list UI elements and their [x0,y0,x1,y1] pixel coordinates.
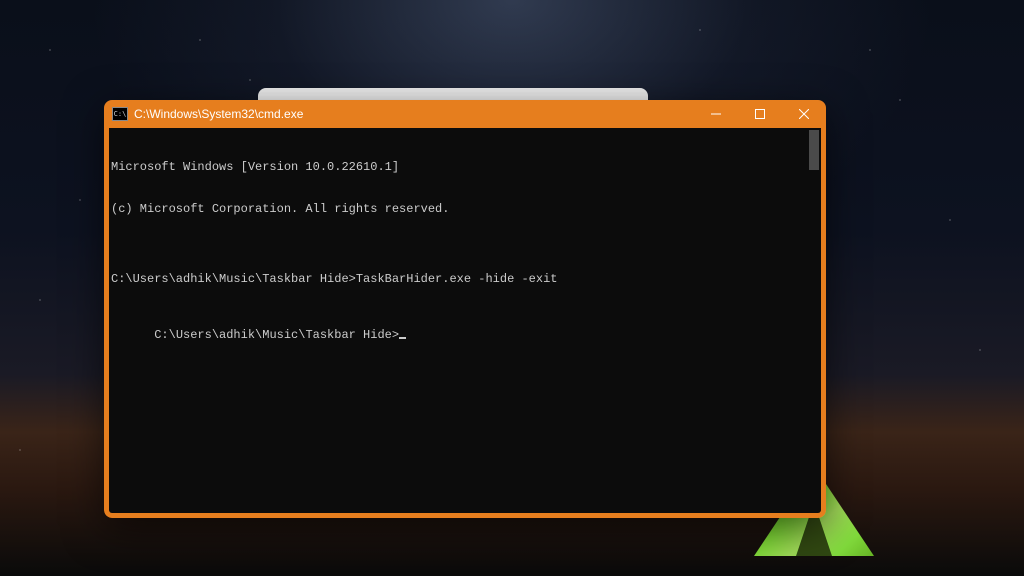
maximize-button[interactable] [738,100,782,128]
terminal-output: Microsoft Windows [Version 10.0.22610.1]… [111,132,819,356]
window-title: C:\Windows\System32\cmd.exe [134,107,303,121]
output-line: Microsoft Windows [Version 10.0.22610.1] [111,160,819,174]
cmd-icon: C:\ [112,107,128,121]
terminal-body[interactable]: Microsoft Windows [Version 10.0.22610.1]… [104,128,826,518]
minimize-icon [711,109,721,119]
output-line: (c) Microsoft Corporation. All rights re… [111,202,819,216]
close-button[interactable] [782,100,826,128]
maximize-icon [755,109,765,119]
prompt: C:\Users\adhik\Music\Taskbar Hide> [154,328,399,342]
output-line: C:\Users\adhik\Music\Taskbar Hide>TaskBa… [111,272,819,286]
minimize-button[interactable] [694,100,738,128]
cursor [399,337,406,339]
titlebar[interactable]: C:\ C:\Windows\System32\cmd.exe [104,100,826,128]
cmd-window: C:\ C:\Windows\System32\cmd.exe Microsof… [104,100,826,518]
close-icon [799,109,809,119]
scrollbar-thumb[interactable] [809,130,819,170]
